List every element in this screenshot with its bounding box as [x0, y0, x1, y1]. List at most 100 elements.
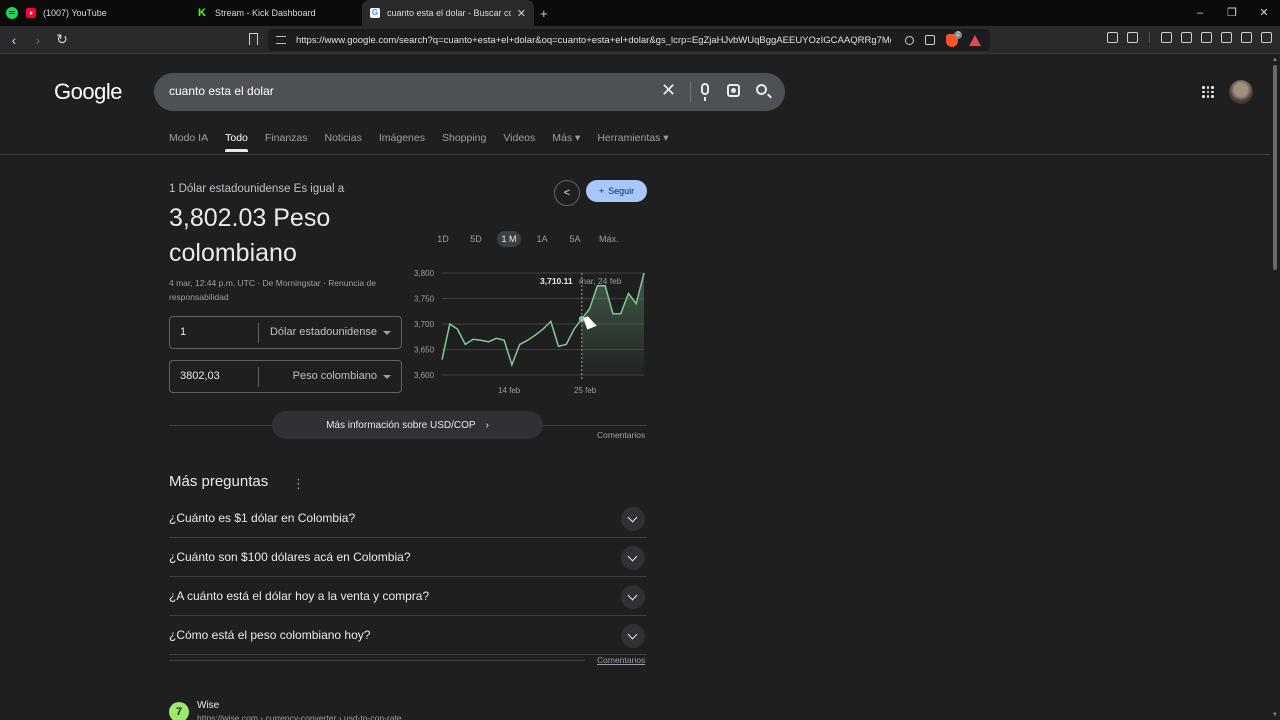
range-5a[interactable]: 5A	[563, 231, 587, 247]
search-box[interactable]: cuanto esta el dolar ✕	[154, 73, 785, 111]
more-info-button[interactable]: Más información sobre USD/COP ›	[272, 411, 543, 439]
range-5d[interactable]: 5D	[464, 231, 488, 247]
result-site-name[interactable]: Wise	[197, 700, 219, 711]
row-divider	[258, 323, 259, 343]
close-tab-icon[interactable]: ✕	[517, 7, 526, 20]
x-tick-label: 25 feb	[574, 386, 597, 395]
scrollbar-thumb[interactable]	[1273, 65, 1277, 270]
extensions-icon[interactable]	[1107, 32, 1118, 43]
y-tick-label: 3,700	[414, 320, 435, 329]
address-bar[interactable]: https://www.google.com/search?q=cuanto+e…	[268, 29, 990, 51]
search-divider	[690, 82, 691, 102]
range-1m[interactable]: 1 M	[497, 231, 521, 247]
menu-icon[interactable]	[1261, 32, 1272, 43]
bookmark-icon[interactable]	[249, 33, 258, 45]
rate-meta-line2[interactable]: responsabilidad	[169, 290, 399, 304]
range-1d[interactable]: 1D	[431, 231, 455, 247]
minimize-icon[interactable]: –	[1184, 0, 1216, 26]
tab-noticias[interactable]: Noticias	[325, 132, 362, 144]
reload-icon[interactable]: ↻	[52, 31, 72, 48]
screenshot-icon[interactable]	[1127, 32, 1138, 43]
y-tick-label: 3,650	[414, 346, 435, 355]
tab-todo[interactable]: Todo	[225, 132, 248, 152]
microphone-icon[interactable]	[701, 83, 709, 101]
share-icon: <	[563, 187, 571, 199]
search-page: Google cuanto esta el dolar ✕ Modo IA To…	[0, 55, 1270, 720]
spotify-icon[interactable]	[6, 7, 18, 19]
google-apps-icon[interactable]	[1202, 86, 1214, 98]
chevron-down-icon[interactable]	[621, 585, 645, 609]
question-item[interactable]: ¿Cómo está el peso colombiano hoy?	[169, 616, 647, 655]
tab-bar: (1007) YouTube K Stream - Kick Dashboard…	[0, 0, 1280, 26]
dropdown-arrow-icon[interactable]	[383, 375, 391, 379]
search-input[interactable]: cuanto esta el dolar	[169, 84, 274, 98]
tab-youtube[interactable]: (1007) YouTube	[18, 0, 190, 26]
wise-logo-icon[interactable]: 7	[169, 702, 189, 720]
search-nav-tabs: Modo IA Todo Finanzas Noticias Imágenes …	[169, 132, 669, 152]
page-scrollbar[interactable]: ▲ ▼	[1270, 55, 1280, 720]
question-item[interactable]: ¿Cuánto son $100 dólares acá en Colombia…	[169, 538, 647, 577]
restore-icon[interactable]: ❐	[1216, 0, 1248, 26]
window-controls: – ❐ ✕	[1184, 0, 1280, 26]
extensions-area	[1107, 32, 1272, 43]
question-text: ¿Cómo está el peso colombiano hoy?	[169, 628, 371, 642]
sidebar-icon[interactable]	[1181, 32, 1192, 43]
to-amount-input[interactable]: 3802,03	[180, 370, 220, 382]
tab-videos[interactable]: Videos	[503, 132, 535, 144]
range-tabs: 1D 5D 1 M 1A 5A Máx.	[431, 231, 622, 247]
from-currency-row: 1 Dólar estadounidense	[169, 316, 402, 349]
scroll-down-icon[interactable]: ▼	[1272, 712, 1278, 718]
brave-shields-icon[interactable]: 2	[946, 30, 962, 47]
url-text[interactable]: https://www.google.com/search?q=cuanto+e…	[296, 35, 891, 46]
site-settings-icon[interactable]	[276, 36, 286, 44]
chevron-down-icon[interactable]	[621, 507, 645, 531]
youtube-icon	[26, 8, 36, 18]
google-lens-icon[interactable]	[727, 84, 740, 97]
forward-icon[interactable]: ›	[28, 32, 48, 48]
tab-shopping[interactable]: Shopping	[442, 132, 486, 144]
question-item[interactable]: ¿A cuánto está el dólar hoy a la venta y…	[169, 577, 647, 616]
leo-ai-icon[interactable]	[1221, 32, 1232, 43]
range-max[interactable]: Máx.	[596, 231, 622, 247]
exchange-rate-chart[interactable]: 3,800 3,750 3,700 3,650 3,600 3,710.11 mar, 24…	[410, 261, 650, 396]
feedback-link[interactable]: Comentarios	[597, 655, 645, 665]
search-icon[interactable]	[756, 84, 767, 95]
rate-meta-line1[interactable]: 4 mar, 12:44 p.m. UTC · De Morningstar ·…	[169, 276, 399, 290]
wallet-icon[interactable]	[1201, 32, 1212, 43]
google-logo[interactable]: Google	[54, 79, 122, 105]
tab-herramientas[interactable]: Herramientas ▾	[597, 132, 668, 144]
from-currency-select[interactable]: Dólar estadounidense	[270, 326, 377, 338]
converted-value-line1: 3,802.03 Peso	[169, 204, 331, 232]
tab-kick[interactable]: K Stream - Kick Dashboard	[190, 0, 362, 26]
feedback-link[interactable]: Comentarios	[597, 430, 645, 440]
tab-google-search[interactable]: G cuanto esta el dolar - Buscar con Goog…	[362, 0, 534, 26]
brave-rewards-icon[interactable]	[969, 34, 981, 46]
back-icon[interactable]: ‹	[4, 32, 24, 48]
range-1a[interactable]: 1A	[530, 231, 554, 247]
row-divider	[258, 367, 259, 387]
dropdown-arrow-icon[interactable]	[383, 331, 391, 335]
more-options-icon[interactable]: ⋮	[292, 476, 305, 492]
zoom-icon[interactable]	[905, 35, 914, 45]
question-item[interactable]: ¿Cuánto es $1 dólar en Colombia?	[169, 499, 647, 538]
tab-imagenes[interactable]: Imágenes	[379, 132, 425, 144]
clear-search-icon[interactable]: ✕	[661, 80, 676, 101]
chevron-down-icon[interactable]	[621, 624, 645, 648]
result-url[interactable]: https://wise.com › currency-converter › …	[197, 713, 402, 720]
tab-modo-ia[interactable]: Modo IA	[169, 132, 208, 144]
tab-finanzas[interactable]: Finanzas	[265, 132, 308, 144]
new-tab-button[interactable]: +	[540, 6, 548, 21]
rate-meta: 4 mar, 12:44 p.m. UTC · De Morningstar ·…	[169, 276, 399, 304]
media-icon[interactable]	[1161, 32, 1172, 43]
share-page-icon[interactable]	[925, 35, 935, 45]
tab-mas[interactable]: Más ▾	[552, 132, 580, 144]
vpn-icon[interactable]	[1241, 32, 1252, 43]
to-currency-select[interactable]: Peso colombiano	[293, 370, 377, 382]
from-amount-input[interactable]: 1	[180, 326, 186, 338]
chevron-down-icon[interactable]	[621, 546, 645, 570]
scroll-up-icon[interactable]: ▲	[1272, 57, 1278, 63]
avatar[interactable]	[1229, 80, 1253, 104]
close-window-icon[interactable]: ✕	[1248, 0, 1280, 26]
follow-button[interactable]: + Seguir	[586, 180, 647, 202]
share-button[interactable]: <	[554, 180, 580, 206]
